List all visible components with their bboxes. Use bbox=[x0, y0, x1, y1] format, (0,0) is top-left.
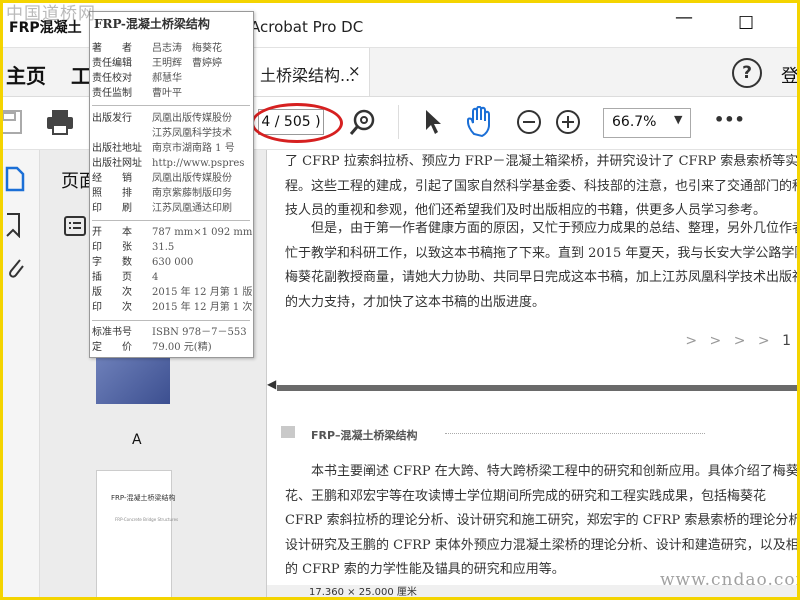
highlight-oval bbox=[251, 103, 343, 143]
thumbnail-options-icon[interactable] bbox=[64, 216, 86, 236]
page-thumbnails-icon[interactable] bbox=[5, 166, 25, 192]
info-divider bbox=[92, 320, 250, 321]
header-mark bbox=[281, 426, 295, 438]
text-line: 了 CFRP 拉索斜拉桥、预应力 FRP－混凝土箱梁桥，并研究设计了 CFRP … bbox=[285, 154, 797, 169]
zoom-value: 66.7% bbox=[612, 114, 657, 130]
hand-tool-icon[interactable] bbox=[465, 106, 495, 138]
thumbnail-b-subtitle: FRP-Concrete Bridge Structures bbox=[115, 517, 179, 522]
watermark-bottom-right: www.cndao.com bbox=[660, 570, 800, 590]
menu-home[interactable]: 主页 bbox=[6, 60, 46, 89]
book-title: FRP-混凝土桥梁结构 bbox=[94, 17, 210, 31]
bookmark-icon[interactable] bbox=[5, 212, 21, 238]
document-view[interactable]: 了 CFRP 拉索斜拉桥、预应力 FRP－混凝土箱梁桥，并研究设计了 CFRP … bbox=[267, 150, 797, 597]
login-button[interactable]: 登 bbox=[781, 62, 797, 88]
text-line: 但是，由于第一作者健康方面的原因，又忙于预应力成果的总结、整理，另外几位作者又 bbox=[285, 221, 797, 236]
text-line: CFRP 索斜拉桥的理论分析、设计研究和施工研究，郑宏宇的 CFRP 索悬索桥的… bbox=[285, 513, 797, 528]
info-row: 责任校对 郝慧华 bbox=[92, 73, 182, 84]
page-thumbnail-b[interactable]: FRP-混凝土桥梁结构 FRP-Concrete Bridge Structur… bbox=[96, 470, 178, 597]
text-line: 的大力支持，才加快了这本书稿的出版进度。 bbox=[285, 294, 546, 310]
page-thumbnail-a-label: A bbox=[132, 432, 142, 448]
page-mark-number: 1 bbox=[782, 333, 795, 349]
print-icon[interactable] bbox=[45, 108, 75, 136]
text-line: 设计研究及王鹏的 CFRP 束体外预应力混凝土梁桥的理论分析、设计和建造研究，以… bbox=[285, 537, 797, 553]
info-row: 责任监制 曹叶平 bbox=[92, 88, 182, 99]
info-row: 插 页4 bbox=[92, 272, 159, 283]
chevron-down-icon: ▼ bbox=[674, 113, 683, 126]
zoom-search-icon[interactable] bbox=[349, 108, 377, 136]
save-icon[interactable] bbox=[3, 109, 25, 135]
page-size-readout: 17.360 × 25.000 厘米 bbox=[309, 587, 417, 598]
page-header: FRP–混凝土桥梁结构 bbox=[311, 429, 418, 442]
text-line: 忙于教学和科研工作，以致这本书稿拖了下来。直到 2015 年夏天，我与长安大学公… bbox=[285, 245, 797, 261]
text-line: 本书主要阐述 CFRP 在大跨、特大跨桥梁工程中的研究和创新应用。具体介绍了梅葵 bbox=[285, 464, 797, 479]
info-row: 责任编辑 王明辉 曹婷婷 bbox=[92, 58, 222, 69]
minimize-button[interactable]: — bbox=[675, 7, 693, 28]
help-icon[interactable]: ? bbox=[732, 58, 762, 88]
attachment-icon[interactable] bbox=[5, 254, 25, 280]
info-row: 印 张 31.5 bbox=[92, 242, 175, 253]
zoom-out-icon[interactable] bbox=[516, 109, 542, 135]
watermark-top-left: 中国道桥网 bbox=[6, 4, 96, 24]
info-row: 印 次 2015 年 12 月第 1 次 bbox=[92, 302, 253, 313]
info-row: 印 刷江苏凤凰通达印刷 bbox=[92, 203, 232, 214]
maximize-button[interactable]: ☐ bbox=[738, 13, 754, 34]
page-mark: > > > > 1 bbox=[685, 333, 795, 349]
scroll-left-icon[interactable]: ◀ bbox=[267, 377, 276, 391]
text-line: 花、王鹏和邓宏宇等在攻读博士学位期间所完成的研究和工程实践成果，包括梅葵花 bbox=[285, 488, 767, 504]
page-separator bbox=[277, 385, 797, 391]
info-row: 出版社地址 南京市湖南路 1 号 bbox=[92, 143, 235, 154]
left-navigation-bar bbox=[3, 150, 40, 597]
info-row: 字 数 630 000 bbox=[92, 257, 194, 268]
thumbnail-b-title: FRP-混凝土桥梁结构 bbox=[111, 494, 176, 502]
info-row: 照 排南京紫藤制版印务 bbox=[92, 188, 232, 199]
info-row: 江苏凤凰科学技术 bbox=[152, 128, 232, 139]
info-row: 开 本 787 mm×1 092 mm bbox=[92, 227, 253, 238]
header-rule bbox=[445, 433, 705, 434]
paragraph-3: 本书主要阐述 CFRP 在大跨、特大跨桥梁工程中的研究和创新应用。具体介绍了梅葵… bbox=[285, 460, 797, 583]
document-tab[interactable]: 土桥梁结构... × bbox=[251, 48, 370, 96]
app-window: FRP混凝土 Acrobat Pro DC — ☐ 主页 工 土桥梁结构... … bbox=[0, 0, 800, 600]
info-row: 著 者吕志涛 梅葵花 bbox=[92, 43, 222, 54]
select-arrow-icon[interactable] bbox=[423, 109, 443, 135]
paragraph-2: 但是，由于第一作者健康方面的原因，又忙于预应力成果的总结、整理，另外几位作者又 … bbox=[285, 217, 797, 315]
info-row: 定 价 79.00 元(精) bbox=[92, 342, 212, 353]
info-divider bbox=[92, 220, 250, 221]
close-icon[interactable]: × bbox=[348, 62, 361, 80]
info-row: 出版发行 凤凰出版传媒股份 bbox=[92, 113, 232, 124]
toolbar-divider bbox=[398, 105, 399, 139]
book-info-card: FRP-混凝土桥梁结构 著 者吕志涛 梅葵花 责任编辑 王明辉 曹婷婷 责任校对郝… bbox=[89, 11, 254, 358]
info-divider bbox=[92, 105, 250, 106]
info-row: 经 销凤凰出版传媒股份 bbox=[92, 173, 232, 184]
more-options-icon[interactable]: ••• bbox=[714, 110, 745, 129]
zoom-select[interactable]: 66.7% ▼ bbox=[603, 108, 691, 138]
window-title: Acrobat Pro DC bbox=[250, 18, 364, 36]
document-tab-label: 土桥梁结构... bbox=[260, 66, 356, 85]
text-line: 梅葵花副教授商量，请她大力协助、共同早日完成这本书稿，加上江苏凤凰科学技术出版社 bbox=[285, 270, 797, 285]
menu-tools[interactable]: 工 bbox=[71, 60, 91, 89]
zoom-in-icon[interactable] bbox=[555, 109, 581, 135]
info-row: 版 次 2015 年 12 月第 1 版 bbox=[92, 287, 253, 298]
info-row: 出版社网址 http://www.pspres bbox=[92, 158, 245, 169]
page-mark-arrows: > > > > bbox=[685, 333, 774, 349]
text-line: 程。这些工程的建成，引起了国家自然科学基金委、科技部的注意，也引来了交通部门的科 bbox=[285, 178, 797, 194]
paragraph-1: 了 CFRP 拉索斜拉桥、预应力 FRP－混凝土箱梁桥，并研究设计了 CFRP … bbox=[285, 150, 797, 224]
info-row: 标准书号 ISBN 978－7－553 bbox=[92, 327, 247, 338]
